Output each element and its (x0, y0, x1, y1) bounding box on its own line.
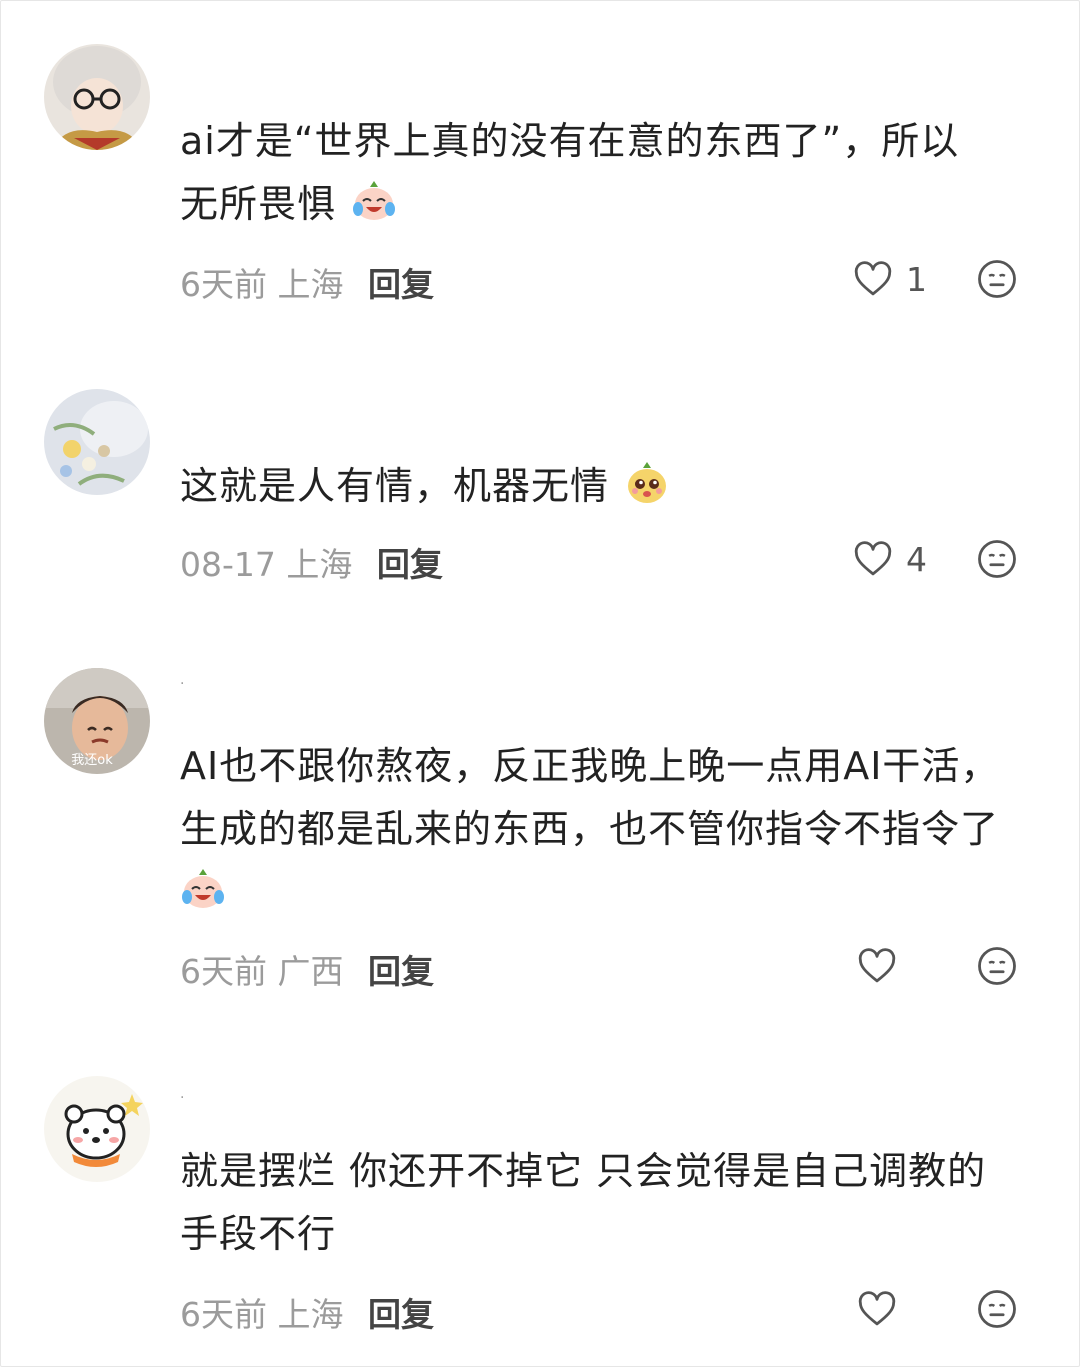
comment-text-line: 手段不行 (180, 1212, 337, 1256)
comment-location: 上海 (277, 1295, 344, 1334)
comment-text: ai才是“世界上真的没有在意的东西了”，所以 无所畏惧 (180, 110, 1040, 236)
comment-text-line: 就是摆烂 你还开不掉它 只会觉得是自己调教的 (180, 1149, 987, 1193)
avatar[interactable] (44, 1076, 150, 1182)
comment-time: 6天前 (180, 952, 267, 991)
comment-meta: 6天前 广西 回复 (180, 945, 434, 993)
comment-username[interactable]: . (180, 1086, 184, 1102)
reply-button[interactable]: 回复 (368, 265, 434, 304)
comment-location: 上海 (286, 545, 353, 584)
comment-text-line: ai才是“世界上真的没有在意的东西了”，所以 (180, 119, 960, 163)
like-button[interactable] (856, 945, 910, 987)
like-button[interactable] (856, 1288, 910, 1330)
puppy-eyes-emoji-icon (624, 459, 670, 505)
comment-meta: 6天前 上海 回复 (180, 1288, 434, 1336)
crying-laughing-emoji-icon (180, 865, 226, 911)
avatar[interactable]: 我还ok (44, 668, 150, 774)
meh-face-icon (978, 540, 1016, 578)
like-button[interactable]: 4 (852, 538, 927, 580)
comment-location: 广西 (277, 952, 344, 991)
heart-outline-icon (854, 541, 892, 576)
dislike-button[interactable] (976, 945, 1018, 987)
like-count: 4 (906, 539, 927, 579)
dislike-button[interactable] (976, 538, 1018, 580)
comment-text-line: AI也不跟你熬夜，反正我晚上晚一点用AI干活， (180, 744, 1000, 788)
reply-button[interactable]: 回复 (368, 1295, 434, 1334)
comment-time: 6天前 (180, 265, 267, 304)
comment-text-line: 无所畏惧 (180, 182, 337, 226)
meh-face-icon (978, 260, 1016, 298)
comment-username[interactable]: . (180, 672, 184, 688)
like-count: 1 (906, 259, 927, 299)
comment-text: AI也不跟你熬夜，反正我晚上晚一点用AI干活， 生成的都是乱来的东西，也不管你指… (180, 735, 1040, 924)
comment-time: 08-17 (180, 545, 276, 584)
comment-text-line: 这就是人有情，机器无情 (180, 464, 610, 508)
avatar[interactable] (44, 44, 150, 150)
comment-text-line-with-emoji: 这就是人有情，机器无情 (180, 455, 1040, 518)
heart-outline-icon (854, 261, 892, 296)
like-button[interactable]: 1 (852, 258, 927, 300)
meh-face-icon (978, 1290, 1016, 1328)
meh-face-icon (978, 947, 1016, 985)
crying-laughing-emoji-icon (351, 177, 397, 223)
comment-text: 这就是人有情，机器无情 (180, 455, 1040, 518)
comment-text-line-with-emoji: 无所畏惧 (180, 173, 1040, 236)
comment-meta: 6天前 上海 回复 (180, 258, 434, 306)
comment-meta: 08-17 上海 回复 (180, 538, 443, 586)
comment-location: 上海 (277, 265, 344, 304)
comment-time: 6天前 (180, 1295, 267, 1334)
comment-emoji-line (180, 861, 1040, 924)
dislike-button[interactable] (976, 1288, 1018, 1330)
reply-button[interactable]: 回复 (368, 952, 434, 991)
avatar[interactable] (44, 389, 150, 495)
avatar-caption: 我还ok (71, 753, 113, 768)
reply-button[interactable]: 回复 (377, 545, 443, 584)
heart-outline-icon (858, 948, 896, 983)
comment-text-line: 生成的都是乱来的东西，也不管你指令不指令了 (180, 807, 1000, 851)
heart-outline-icon (858, 1291, 896, 1326)
comment-text: 就是摆烂 你还开不掉它 只会觉得是自己调教的 手段不行 (180, 1140, 1040, 1266)
dislike-button[interactable] (976, 258, 1018, 300)
